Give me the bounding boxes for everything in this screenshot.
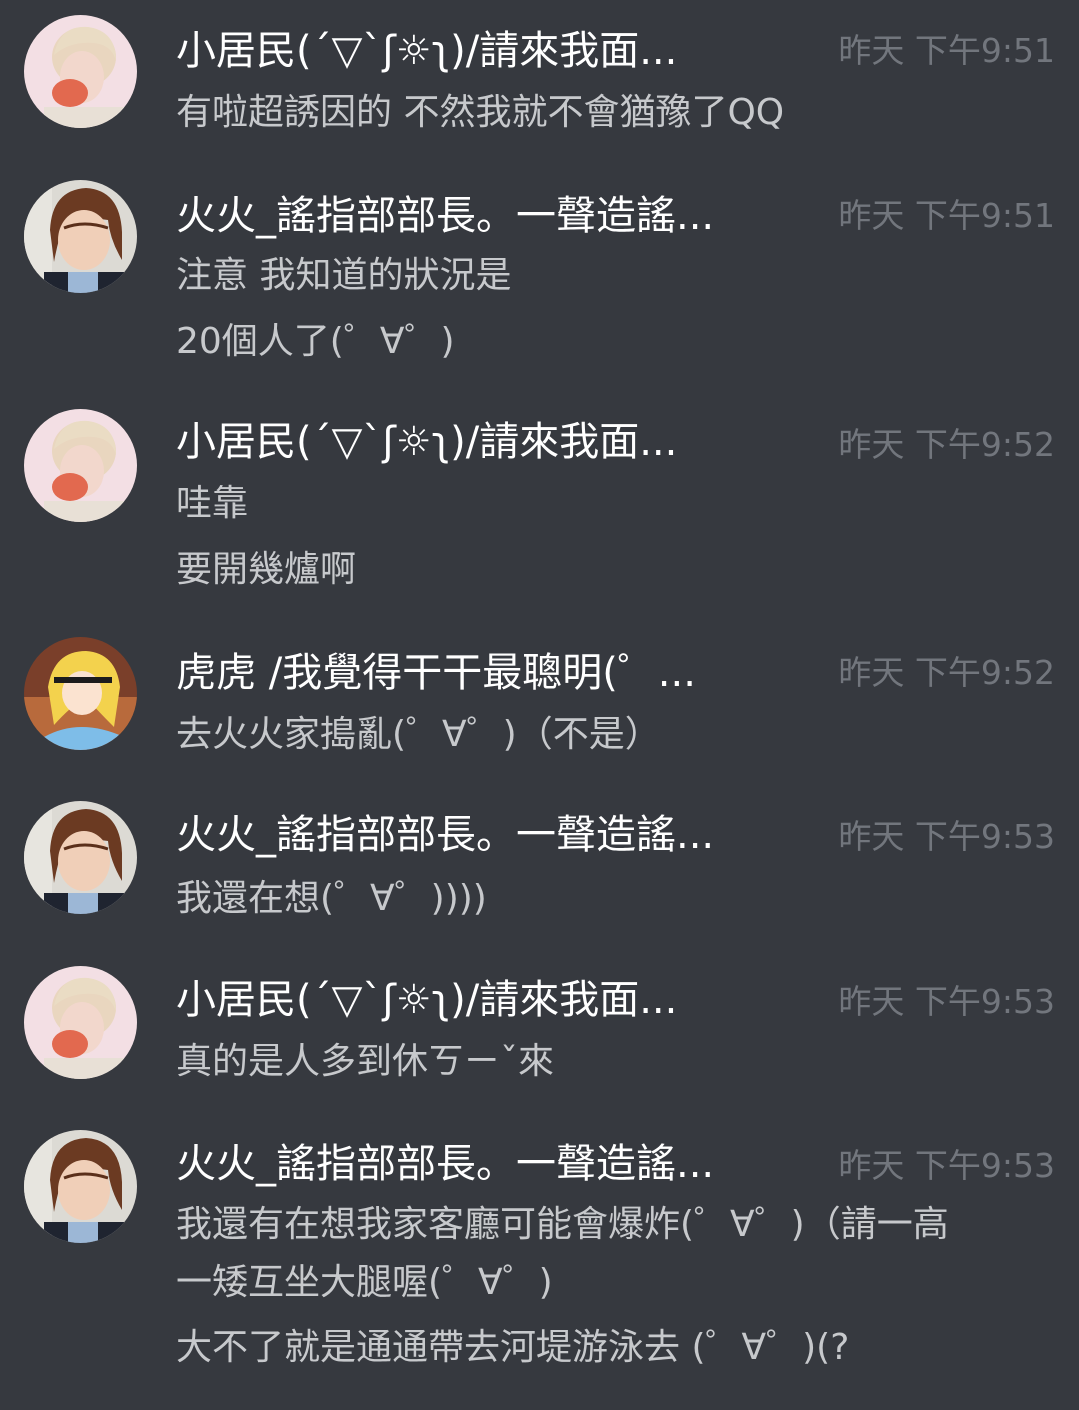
message-text: 有啦超誘因的 不然我就不會猶豫了QQ	[176, 92, 785, 133]
message-text: 我還在想(゜∀゜))))	[176, 878, 487, 919]
avatar-blonde-icon[interactable]	[24, 966, 137, 1079]
message-text: 注意 我知道的狀況是	[176, 255, 512, 296]
timestamp: 昨天 下午9:53	[838, 1146, 1055, 1185]
message-text: 真的是人多到休ㄎㄧˇ來	[176, 1041, 555, 1082]
timestamp: 昨天 下午9:51	[838, 196, 1055, 235]
avatar-blonde-icon[interactable]	[24, 409, 137, 522]
timestamp: 昨天 下午9:52	[838, 425, 1055, 464]
avatar-blonde-icon[interactable]	[24, 15, 137, 128]
message-text: 一矮互坐大腿喔(゜∀゜)	[176, 1262, 553, 1303]
avatar-brown-hair-icon[interactable]	[24, 801, 137, 914]
avatar-brown-hair-icon[interactable]	[24, 1130, 137, 1243]
avatar-cartoon-alice-icon[interactable]	[24, 637, 137, 750]
timestamp: 昨天 下午9:51	[838, 31, 1055, 70]
message-text: 哇靠	[176, 483, 249, 524]
message-text: 我還有在想我家客廳可能會爆炸(゜∀゜)（請一高	[176, 1204, 949, 1245]
author-name[interactable]: 火火_謠指部部長。一聲造謠...	[176, 1134, 816, 1194]
avatar-brown-hair-icon[interactable]	[24, 180, 137, 293]
message-text: 大不了就是通通帶去河堤游泳去 (゜∀゜)(?	[176, 1327, 850, 1368]
message-text: 去火火家搗亂(゜∀゜)（不是）	[176, 714, 661, 755]
chat-message-list: 小居民(´▽`ʃ☼ʅ)/請來我面... 昨天 下午9:51 有啦超誘因的 不然我…	[0, 0, 1079, 1410]
timestamp: 昨天 下午9:52	[838, 653, 1055, 692]
author-name[interactable]: 小居民(´▽`ʃ☼ʅ)/請來我面...	[176, 21, 816, 81]
author-name[interactable]: 小居民(´▽`ʃ☼ʅ)/請來我面...	[176, 412, 816, 472]
author-name[interactable]: 火火_謠指部部長。一聲造謠...	[176, 805, 816, 865]
author-name[interactable]: 小居民(´▽`ʃ☼ʅ)/請來我面...	[176, 970, 816, 1030]
timestamp: 昨天 下午9:53	[838, 817, 1055, 856]
message-text: 20個人了(゜∀゜)	[176, 321, 455, 362]
message-text: 要開幾爐啊	[176, 549, 357, 590]
author-name[interactable]: 虎虎 /我覺得干干最聰明(゜...	[176, 643, 816, 703]
author-name[interactable]: 火火_謠指部部長。一聲造謠...	[176, 186, 816, 246]
timestamp: 昨天 下午9:53	[838, 982, 1055, 1021]
